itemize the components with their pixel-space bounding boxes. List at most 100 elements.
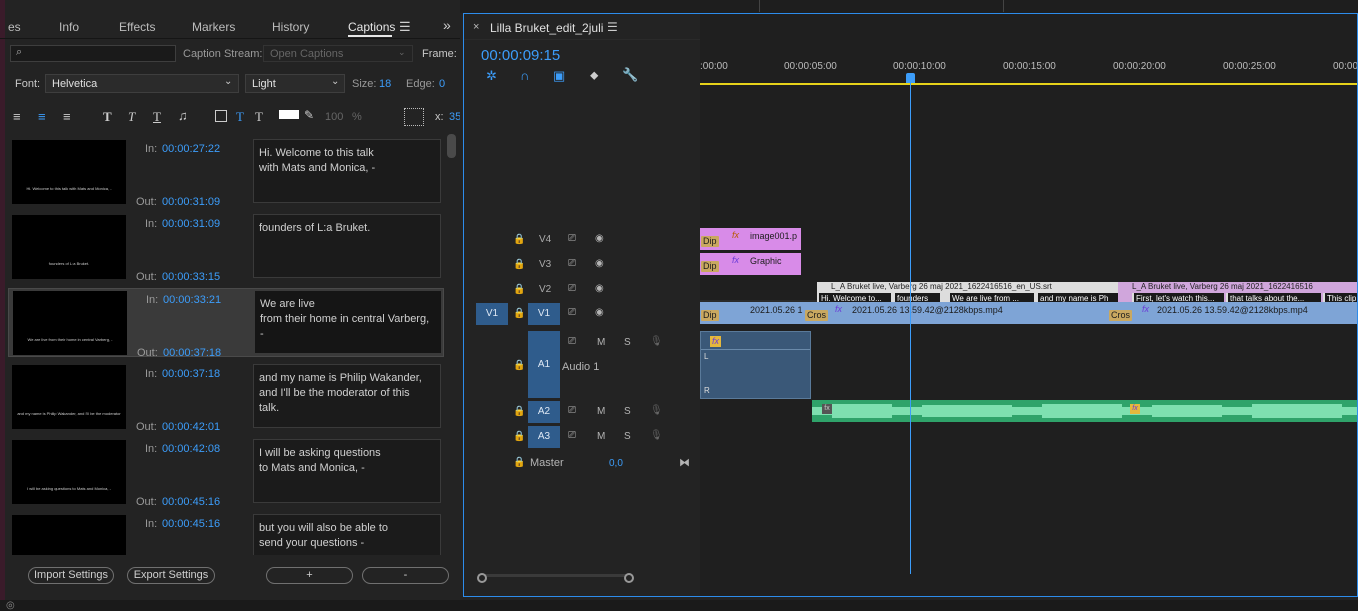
sync-lock-icon[interactable]: ⎚ xyxy=(568,307,576,318)
work-area-bar[interactable] xyxy=(700,83,1357,85)
background-box-icon[interactable] xyxy=(215,110,227,122)
import-settings-button[interactable]: Import Settings xyxy=(28,567,114,584)
caption-clip[interactable]: L_A Bruket live, Varberg 26 maj 2021_162… xyxy=(817,282,1118,304)
in-timecode[interactable]: 00:00:33:21 xyxy=(163,294,221,306)
nest-icon[interactable]: ✲ xyxy=(486,68,497,84)
sync-lock-icon[interactable]: ⎚ xyxy=(568,233,576,244)
linked-selection-icon[interactable]: ▣ xyxy=(553,68,565,84)
caption-stream-select[interactable]: Open Captions ⌄ xyxy=(263,45,413,62)
microphone-icon[interactable]: 🎙 xyxy=(650,336,663,347)
snap-icon[interactable]: ∩ xyxy=(520,68,529,83)
clip-audio-a2[interactable]: fx fx xyxy=(812,400,1357,422)
color-swatch[interactable] xyxy=(279,110,299,119)
lock-icon[interactable]: 🔒 xyxy=(513,259,525,270)
caption-list-scrollbar[interactable] xyxy=(447,134,456,158)
tab-es[interactable]: es xyxy=(8,20,21,34)
sync-lock-icon[interactable]: ⎚ xyxy=(568,405,576,416)
text-color-icon[interactable]: T xyxy=(236,109,244,125)
export-settings-button[interactable]: Export Settings xyxy=(127,567,215,584)
playhead-line[interactable] xyxy=(910,80,911,574)
text-background-icon[interactable]: T xyxy=(255,109,263,125)
caption-text[interactable]: I will be asking questions to Mats and M… xyxy=(253,439,441,503)
caption-item[interactable]: I will be asking questions to Mats and M… xyxy=(8,438,444,508)
opacity-value[interactable]: 100 xyxy=(325,111,343,123)
clip-image[interactable]: Dip fx image001.p xyxy=(700,228,801,250)
playhead-handle[interactable] xyxy=(906,73,915,83)
lock-icon[interactable]: 🔒 xyxy=(513,308,525,319)
position-grid-icon[interactable] xyxy=(404,108,424,126)
remove-caption-button[interactable]: - xyxy=(362,567,449,584)
align-center-icon[interactable]: ≡ xyxy=(38,109,46,124)
in-timecode[interactable]: 00:00:45:16 xyxy=(162,518,220,530)
microphone-icon[interactable]: 🎙 xyxy=(650,405,663,416)
caption-text[interactable]: but you will also be able to send your q… xyxy=(253,514,441,555)
tab-markers[interactable]: Markers xyxy=(192,20,235,34)
in-timecode[interactable]: 00:00:27:22 xyxy=(162,143,220,155)
more-tabs-icon[interactable]: » xyxy=(443,17,451,33)
mute-label[interactable]: M xyxy=(597,431,605,442)
font-select[interactable]: Helvetica ⌄ xyxy=(45,74,239,93)
clip-audio-a1[interactable]: fx L R xyxy=(700,331,811,399)
out-timecode[interactable]: 00:00:33:15 xyxy=(162,271,220,283)
track-label-a3[interactable]: A3 xyxy=(528,426,560,448)
caption-item[interactable]: and my name is Philip Wakander, and I'll… xyxy=(8,363,444,433)
bold-icon[interactable]: T xyxy=(103,109,112,125)
out-timecode[interactable]: 00:00:37:18 xyxy=(163,347,221,359)
close-icon[interactable]: × xyxy=(473,21,479,33)
search-input[interactable]: ⌕ xyxy=(10,45,176,62)
microphone-icon[interactable]: 🎙 xyxy=(650,430,663,441)
caption-text[interactable]: and my name is Philip Wakander, and I'll… xyxy=(253,364,441,428)
source-patch-v1[interactable]: V1 xyxy=(476,303,508,325)
panel-menu-icon[interactable]: ☰ xyxy=(607,20,618,34)
size-value[interactable]: 18 xyxy=(379,78,391,90)
transition-cross[interactable]: Cros xyxy=(1109,310,1133,321)
add-caption-button[interactable]: + xyxy=(266,567,353,584)
caption-item[interactable]: Hi. Welcome to this talk with Mats and M… xyxy=(8,138,444,208)
sync-lock-icon[interactable]: ⎚ xyxy=(568,283,576,294)
sync-lock-icon[interactable]: ⎚ xyxy=(568,258,576,269)
eye-icon[interactable]: ◉ xyxy=(595,258,604,269)
out-timecode[interactable]: 00:00:42:01 xyxy=(162,421,220,433)
transition-cross[interactable]: Cros xyxy=(805,310,829,321)
track-label-v4[interactable]: V4 xyxy=(539,234,551,245)
master-volume[interactable]: 0,0 xyxy=(609,458,623,469)
font-style-select[interactable]: Light ⌄ xyxy=(245,74,345,93)
caption-text[interactable]: founders of L:a Bruket. xyxy=(253,214,441,278)
panel-menu-icon[interactable]: ☰ xyxy=(399,19,411,35)
track-label-a1[interactable]: A1 xyxy=(528,331,560,398)
lock-icon[interactable]: 🔒 xyxy=(513,284,525,295)
sequence-title[interactable]: Lilla Bruket_edit_2juli xyxy=(490,21,603,35)
transition-dip[interactable]: Dip xyxy=(701,236,719,247)
caption-item[interactable]: founders of L:a Bruket. In: 00:00:31:09 … xyxy=(8,213,444,283)
lock-icon[interactable]: 🔒 xyxy=(513,431,525,442)
out-timecode[interactable]: 00:00:31:09 xyxy=(162,196,220,208)
caption-item[interactable]: In: 00:00:45:16 but you will also be abl… xyxy=(8,513,444,555)
zoom-handle-right[interactable] xyxy=(624,573,634,583)
sync-lock-icon[interactable]: ⎚ xyxy=(568,336,576,347)
mute-label[interactable]: M xyxy=(597,337,605,348)
clip-graphic[interactable]: Dip fx Graphic xyxy=(700,253,801,275)
add-marker-icon[interactable]: ⬥ xyxy=(590,68,598,83)
tab-effects[interactable]: Effects xyxy=(119,20,155,34)
italic-icon[interactable]: T xyxy=(128,109,135,125)
solo-label[interactable]: S xyxy=(624,406,631,417)
eye-icon[interactable]: ◉ xyxy=(595,283,604,294)
track-label-v1[interactable]: V1 xyxy=(528,303,560,325)
in-timecode[interactable]: 00:00:37:18 xyxy=(162,368,220,380)
align-right-icon[interactable]: ≡ xyxy=(63,109,71,124)
caption-text[interactable]: We are live from their home in central V… xyxy=(254,290,442,354)
lock-icon[interactable]: 🔒 xyxy=(513,457,525,468)
time-ruler[interactable]: :00:00 00:00:05:00 00:00:10:00 00:00:15:… xyxy=(700,54,1357,90)
edge-value[interactable]: 0 xyxy=(439,78,445,90)
zoom-handle-left[interactable] xyxy=(477,573,487,583)
tab-captions[interactable]: Captions xyxy=(348,20,395,34)
caption-item-selected[interactable]: We are live from their home in central V… xyxy=(8,288,444,359)
clip-video-v1[interactable]: Dip 2021.05.26 1 Cros fx 2021.05.26 13.5… xyxy=(700,302,1357,324)
caption-clip[interactable]: L_A Bruket live, Varberg 26 maj 2021_162… xyxy=(1118,282,1357,304)
sync-lock-icon[interactable]: ⎚ xyxy=(568,430,576,441)
underline-icon[interactable]: T xyxy=(153,109,161,125)
lock-icon[interactable]: 🔒 xyxy=(513,406,525,417)
wrench-icon[interactable]: 🔧 xyxy=(622,67,638,83)
transition-dip[interactable]: Dip xyxy=(701,310,719,321)
go-to-end-icon[interactable]: ⧓ xyxy=(679,456,690,469)
